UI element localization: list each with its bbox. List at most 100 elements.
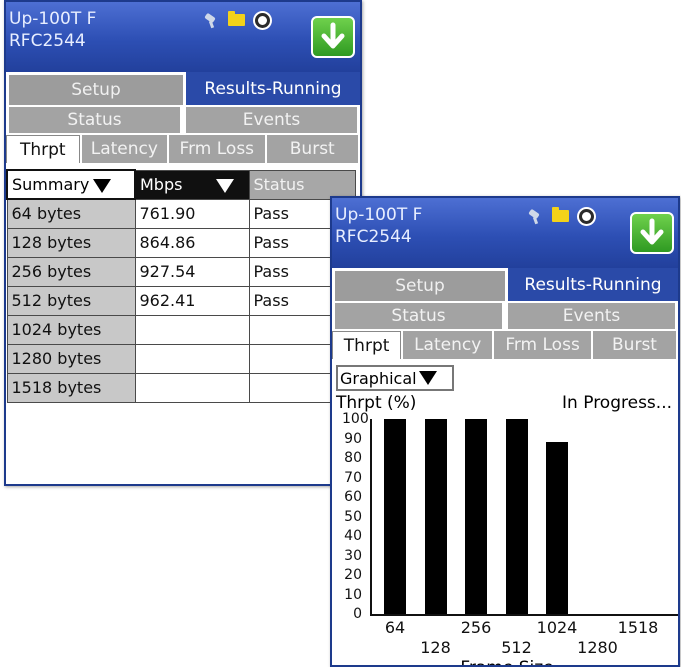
- y-axis-title: Thrpt (%): [336, 393, 417, 413]
- summary-screen: Up-100T F RFC2544 Setup Results-Running …: [4, 0, 362, 486]
- chart-bar: [465, 419, 487, 614]
- main-tabs: Setup Results-Running: [6, 72, 360, 105]
- results-table: Summary Mbps Status 64 bytes 761.90 Pass 12…: [6, 169, 356, 403]
- table-row: 512 bytes 962.41 Pass: [6, 285, 356, 316]
- mbps-cell: 962.41: [134, 285, 250, 316]
- x-tick-label: 512: [501, 638, 532, 657]
- tab-setup[interactable]: Setup: [9, 75, 183, 105]
- table-row: 64 bytes 761.90 Pass: [6, 198, 356, 229]
- folder-icon: [228, 11, 245, 26]
- summary-select-label: Summary: [12, 175, 90, 194]
- frame-size-cell: 1280 bytes: [6, 343, 136, 374]
- gear-icon: [579, 208, 594, 224]
- y-axis: [370, 419, 372, 615]
- save-button[interactable]: [630, 212, 674, 254]
- x-tick-label: 1280: [577, 638, 618, 657]
- title-bar: Up-100T F RFC2544: [332, 198, 678, 268]
- chart-bar: [505, 419, 528, 614]
- table-row: 1024 bytes: [6, 314, 356, 345]
- y-tick-label: 40: [344, 528, 362, 544]
- save-button[interactable]: [311, 16, 355, 58]
- y-tick-label: 50: [344, 508, 362, 525]
- tab-results-running[interactable]: Results-Running: [186, 72, 360, 105]
- y-tick-label: 0: [353, 606, 362, 622]
- status-icons: [526, 207, 594, 224]
- table-header-row: Summary Mbps Status: [6, 169, 356, 200]
- frame-size-cell: 64 bytes: [6, 198, 136, 229]
- frame-size-cell: 1024 bytes: [6, 314, 136, 345]
- test-tabs: Thrpt Latency Frm Loss Burst: [6, 133, 360, 163]
- x-axis-title: Frame Size: [332, 658, 678, 665]
- tab-burst[interactable]: Burst: [592, 331, 676, 359]
- table-row: 1280 bytes: [6, 343, 356, 374]
- y-tick-label: 70: [344, 469, 362, 486]
- status-column-header: Status: [248, 169, 356, 200]
- view-select-label: Graphical: [340, 368, 417, 388]
- test-type: RFC2544: [335, 227, 412, 247]
- graph-screen: Up-100T F RFC2544 Setup Results-Running …: [330, 196, 680, 667]
- tab-latency[interactable]: Latency: [403, 331, 493, 359]
- status-icons: [202, 11, 270, 28]
- progress-text: In Progress...: [562, 393, 672, 413]
- tab-status[interactable]: Status: [9, 107, 180, 133]
- mbps-cell: [134, 372, 250, 403]
- x-tick-label: 1024: [536, 618, 578, 637]
- mbps-cell: [134, 314, 250, 345]
- sub-tabs: Status Events: [332, 301, 678, 329]
- download-arrow-icon: [321, 22, 345, 49]
- mbps-select-label: Mbps: [140, 175, 183, 194]
- x-axis: [370, 614, 678, 616]
- sub-tabs: Status Events: [6, 105, 360, 133]
- test-type: RFC2544: [9, 31, 86, 51]
- frame-size-cell: 512 bytes: [6, 285, 136, 316]
- frame-size-cell: 128 bytes: [6, 227, 136, 258]
- graph-header: Thrpt (%) In Progress...: [332, 391, 678, 413]
- test-name: Up-100T F: [9, 9, 97, 29]
- chevron-down-icon: [93, 178, 112, 193]
- frame-size-cell: 1518 bytes: [6, 372, 136, 403]
- tab-latency[interactable]: Latency: [81, 135, 168, 163]
- download-arrow-icon: [640, 218, 664, 245]
- chart-bar: [546, 442, 568, 614]
- tab-events[interactable]: Events: [508, 303, 675, 329]
- folder-icon: [552, 207, 569, 222]
- chevron-down-icon: [216, 178, 235, 193]
- tab-events[interactable]: Events: [186, 107, 357, 133]
- tab-frm-loss[interactable]: Frm Loss: [169, 135, 265, 163]
- mbps-cell: 761.90: [134, 198, 250, 229]
- mbps-cell: 927.54: [134, 256, 250, 287]
- tab-thrpt[interactable]: Thrpt: [332, 331, 402, 359]
- x-tick-label: 64: [384, 618, 406, 637]
- y-tick-label: 80: [344, 450, 362, 466]
- y-tick-label: 90: [344, 430, 362, 447]
- plug-icon: [202, 12, 218, 28]
- tab-results-running[interactable]: Results-Running: [508, 268, 678, 301]
- plug-icon: [526, 208, 542, 224]
- chart-bar: [384, 419, 406, 614]
- tab-frm-loss[interactable]: Frm Loss: [494, 331, 591, 359]
- tab-setup[interactable]: Setup: [335, 271, 505, 301]
- summary-select[interactable]: Summary: [6, 169, 136, 200]
- table-row: 128 bytes 864.86 Pass: [6, 227, 356, 258]
- chart-bar: [424, 419, 447, 614]
- y-tick-label: 30: [344, 547, 362, 564]
- chevron-down-icon: [418, 371, 437, 385]
- tab-thrpt[interactable]: Thrpt: [6, 135, 80, 163]
- frame-size-cell: 256 bytes: [6, 256, 136, 287]
- table-row: 256 bytes 927.54 Pass: [6, 256, 356, 287]
- throughput-chart: Frame Size 10090807060504030201006412825…: [332, 412, 678, 665]
- mbps-select[interactable]: Mbps: [134, 169, 250, 200]
- tab-status[interactable]: Status: [335, 303, 502, 329]
- y-tick-label: 10: [344, 586, 362, 603]
- mbps-cell: [134, 343, 250, 374]
- tab-burst[interactable]: Burst: [266, 135, 358, 163]
- y-tick-label: 20: [344, 567, 362, 583]
- x-tick-label: 128: [420, 638, 451, 657]
- table-row: 1518 bytes: [6, 372, 356, 403]
- view-select[interactable]: Graphical: [336, 365, 454, 391]
- mbps-cell: 864.86: [134, 227, 250, 258]
- test-tabs: Thrpt Latency Frm Loss Burst: [332, 329, 678, 359]
- test-name: Up-100T F: [335, 205, 423, 225]
- gear-icon: [255, 12, 270, 28]
- y-tick-label: 60: [344, 489, 362, 505]
